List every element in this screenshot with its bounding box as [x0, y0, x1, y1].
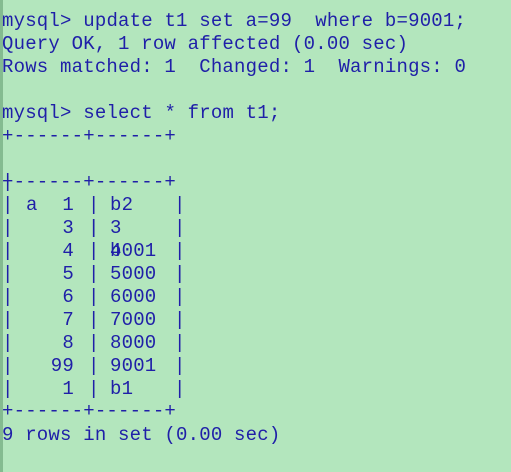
cell-b: 7000 [110, 309, 157, 331]
command-line-update: mysql> update t1 set a=99 where b=9001; [2, 10, 466, 33]
prompt: mysql> [2, 10, 72, 32]
cell-a: 3 [62, 217, 74, 239]
table-pipe: | [174, 286, 186, 308]
table-pipe: | [88, 355, 100, 377]
cell-b: 5000 [110, 263, 157, 285]
table-pipe: | [88, 286, 100, 308]
cell-a: 5 [62, 263, 74, 285]
table-pipe: | [174, 378, 186, 400]
command-line-select: mysql> select * from t1; [2, 102, 280, 125]
result-summary: 9 rows in set (0.00 sec) [2, 424, 281, 446]
table-pipe: | [174, 217, 186, 239]
table-pipe: | [88, 194, 100, 216]
cell-a: 6 [62, 286, 74, 308]
table-header-row: | a | b | [2, 148, 185, 285]
cell-a: 1 [62, 378, 74, 400]
cell-b: b2 [110, 194, 134, 216]
cell-b: 4001 [110, 240, 157, 262]
table-pipe: | [174, 194, 186, 216]
table-pipe: | [88, 263, 100, 285]
cell-b: b1 [110, 378, 134, 400]
table-pipe: | [174, 332, 186, 354]
table-pipe: | [88, 240, 100, 262]
table-pipe: | [88, 332, 100, 354]
table-pipe: | [174, 309, 186, 331]
command-text: select * from t1; [83, 102, 281, 124]
table-pipe: | [174, 240, 186, 262]
cell-a: 8 [62, 332, 74, 354]
cell-a: 7 [62, 309, 74, 331]
cell-b: 8000 [110, 332, 157, 354]
output-line: Rows matched: 1 Changed: 1 Warnings: 0 [2, 56, 467, 78]
output-line: Query OK, 1 row affected (0.00 sec) [2, 33, 409, 55]
cell-a: 1 [62, 194, 74, 216]
table-border-mid: +------+------+ [2, 171, 177, 193]
prompt: mysql> [2, 102, 72, 124]
command-text: update t1 set a=99 where b=9001; [83, 10, 467, 32]
table-pipe: | [174, 355, 186, 377]
table-pipe: | [88, 309, 100, 331]
cell-b: 3 [110, 217, 122, 239]
cell-b: 6000 [110, 286, 157, 308]
table-pipe: | [88, 217, 100, 239]
cell-b: 9001 [110, 355, 157, 377]
terminal-window[interactable]: mysql> update t1 set a=99 where b=9001; … [0, 0, 511, 472]
table-border-bottom: +------+------+ [2, 400, 177, 422]
cell-a: 99 [50, 355, 74, 377]
table-pipe: | [174, 263, 186, 285]
cell-a: 4 [62, 240, 74, 262]
table-pipe: | [88, 378, 100, 400]
table-border-top: +------+------+ [2, 125, 177, 147]
